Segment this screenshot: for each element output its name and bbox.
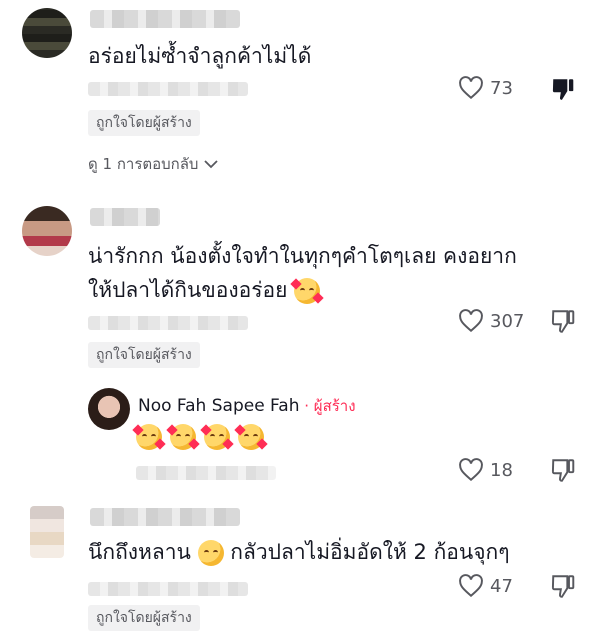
like-count: 47 (490, 575, 513, 597)
avatar[interactable] (22, 8, 72, 58)
reply-emoji-row (132, 424, 268, 450)
like-count: 18 (490, 459, 513, 481)
heart-outline-icon (459, 76, 483, 100)
dislike-outline-icon[interactable] (550, 308, 576, 334)
comment-text-line1: น่ารักกก น้องตั้งใจทำในทุกๆคำโตๆเลย คงอย… (88, 244, 517, 268)
creator-name-line[interactable]: Noo Fah Sapee Fah · ผู้สร้าง (138, 394, 356, 418)
creator-name: Noo Fah Sapee Fah (138, 396, 300, 416)
comment-text-line2-label: ให้ปลาได้กินของอร่อย (88, 278, 288, 302)
creator-avatar[interactable] (88, 388, 130, 430)
heart-outline-icon (459, 574, 483, 598)
view-replies-button[interactable]: ดู 1 การตอบกลับ (88, 152, 219, 176)
dislike-outline-icon[interactable] (550, 457, 576, 483)
smiling-face-with-hearts-icon (166, 424, 200, 450)
like-button[interactable]: 307 (458, 309, 524, 333)
comment-meta-blurred (88, 316, 248, 330)
dislike-outline-icon[interactable] (550, 573, 576, 599)
comment-meta-blurred (88, 582, 248, 596)
avatar[interactable] (22, 206, 72, 256)
liked-by-creator-badge: ถูกใจโดยผู้สร้าง (88, 110, 200, 136)
smiling-face-with-hearts-icon (234, 424, 268, 450)
comment-text: นึกถึงหลาน กลัวปลาไม่อิ่มอัดให้ 2 ก้อนจุ… (88, 536, 510, 568)
heart-outline-icon (459, 458, 483, 482)
comment-text-part1: นึกถึงหลาน (88, 540, 191, 564)
smiling-face-with-hearts-icon (290, 278, 324, 304)
comment-text: อร่อยไม่ซ้ำจำลูกค้าไม่ได้ (88, 44, 312, 68)
heart-outline-icon (459, 309, 483, 333)
dislike-filled-icon[interactable] (550, 76, 576, 102)
separator: · (299, 397, 314, 415)
face-with-tears-of-joy-icon (197, 540, 224, 566)
reply-meta-blurred (136, 466, 276, 480)
chevron-down-icon (204, 160, 219, 169)
comment-text-line2: ให้ปลาได้กินของอร่อย (88, 274, 324, 306)
avatar[interactable] (30, 506, 64, 558)
liked-by-creator-badge: ถูกใจโดยผู้สร้าง (88, 342, 200, 368)
liked-by-creator-badge: ถูกใจโดยผู้สร้าง (88, 605, 200, 631)
view-replies-label: ดู 1 การตอบกลับ (88, 155, 199, 173)
comment-text-part2: กลัวปลาไม่อิ่มอัดให้ 2 ก้อนจุกๆ (230, 540, 510, 564)
smiling-face-with-hearts-icon (200, 424, 234, 450)
username-blurred[interactable] (90, 508, 240, 526)
like-button[interactable]: 47 (458, 574, 513, 598)
smiling-face-with-hearts-icon (132, 424, 166, 450)
username-blurred[interactable] (90, 10, 240, 28)
creator-tag: ผู้สร้าง (313, 397, 356, 415)
like-count: 307 (490, 310, 525, 332)
comment-meta-blurred (88, 82, 248, 96)
like-button[interactable]: 18 (458, 458, 513, 482)
like-button[interactable]: 73 (458, 76, 513, 100)
like-count: 73 (490, 77, 513, 99)
username-blurred[interactable] (90, 208, 160, 226)
